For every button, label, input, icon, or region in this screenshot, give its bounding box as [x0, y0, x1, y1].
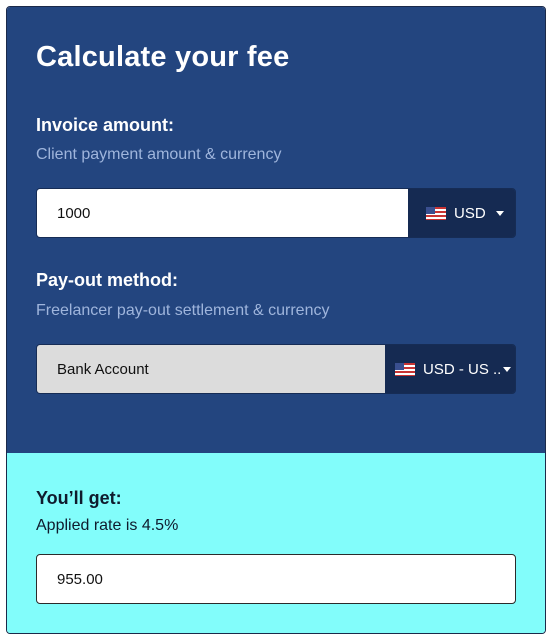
payout-method-sublabel: Freelancer pay-out settlement & currency	[36, 302, 330, 319]
payout-method-input[interactable]	[37, 345, 387, 393]
payout-currency-select[interactable]: USD - US ..	[385, 345, 515, 393]
invoice-amount-label: Invoice amount:	[36, 115, 175, 135]
fee-calculator-card: Calculate your fee Invoice amount: Clien…	[6, 6, 546, 634]
payout-method-label: Pay-out method:	[36, 270, 178, 290]
applied-rate-text: Applied rate is 4.5%	[36, 517, 179, 534]
us-flag-icon	[395, 362, 415, 376]
invoice-currency-value: USD	[454, 204, 486, 222]
chevron-down-icon	[495, 210, 504, 216]
invoice-amount-sublabel: Client payment amount & currency	[36, 146, 282, 163]
calculator-title: Calculate your fee	[36, 41, 290, 73]
result-value-field: 955.00	[36, 554, 516, 604]
calculator-top-panel: Calculate your fee Invoice amount: Clien…	[7, 7, 545, 453]
payout-method-field: USD - US ..	[36, 344, 516, 394]
invoice-amount-input[interactable]	[37, 189, 410, 237]
invoice-amount-field: USD	[36, 188, 516, 238]
us-flag-icon	[426, 206, 446, 220]
result-label: You’ll get:	[36, 488, 122, 508]
payout-currency-value: USD - US ..	[423, 360, 502, 378]
invoice-currency-select[interactable]: USD	[408, 189, 515, 237]
result-panel: You’ll get: Applied rate is 4.5%	[7, 453, 545, 633]
chevron-down-icon	[503, 366, 512, 372]
result-value: 955.00	[57, 570, 103, 588]
